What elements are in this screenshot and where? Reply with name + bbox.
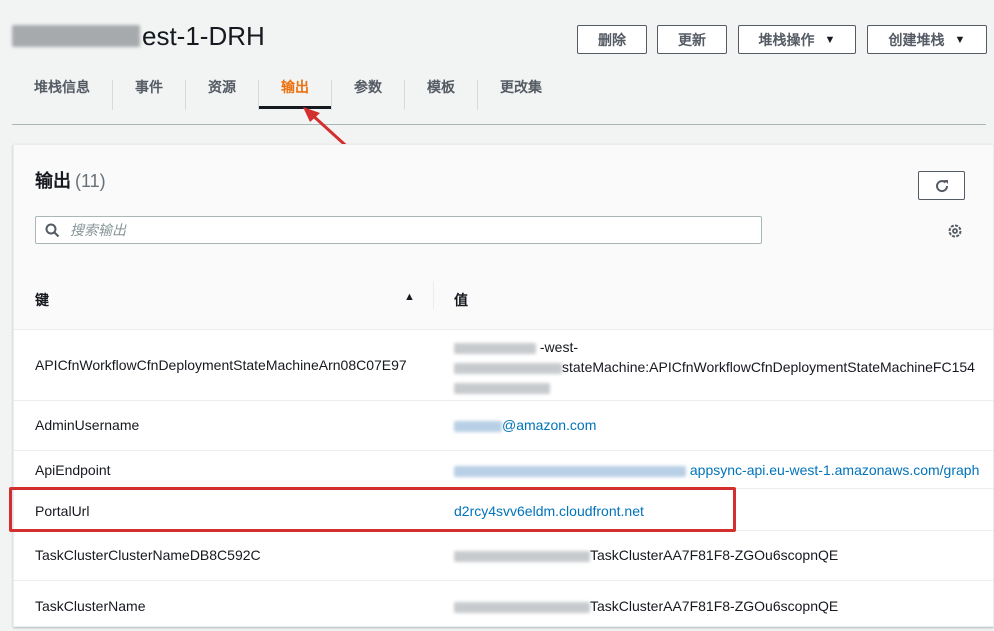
table-row: ApiEndpoint appsync-api.eu-west-1.amazon… xyxy=(14,451,993,489)
column-header-value[interactable]: 值 xyxy=(454,290,468,310)
stack-actions-button[interactable]: 堆栈操作 ▼ xyxy=(738,25,856,54)
tab-label: 更改集 xyxy=(500,78,542,95)
redacted-text xyxy=(454,601,590,613)
tab-events[interactable]: 事件 xyxy=(113,64,185,109)
redacted-text xyxy=(454,550,590,562)
output-key: APICfnWorkflowCfnDeploymentStateMachineA… xyxy=(35,357,407,373)
output-value: -west- stateMachine:APICfnWorkflowCfnDep… xyxy=(454,337,975,397)
redacted-text xyxy=(454,342,536,354)
output-value: TaskClusterAA7F81F8-ZGOu6scopnQE xyxy=(454,596,838,616)
update-button-label: 更新 xyxy=(678,31,706,48)
redacted-text xyxy=(454,420,502,432)
gear-icon[interactable] xyxy=(946,222,964,240)
sort-ascending-icon[interactable]: ▲ xyxy=(404,291,415,303)
stack-title-suffix: est-1-DRH xyxy=(142,20,265,51)
redacted-text xyxy=(454,362,562,374)
output-key: ApiEndpoint xyxy=(35,462,111,478)
output-value-link[interactable]: appsync-api.eu-west-1.amazonaws.com/grap… xyxy=(454,460,979,480)
tab-change-sets[interactable]: 更改集 xyxy=(478,64,564,109)
create-stack-button[interactable]: 创建堆栈 ▼ xyxy=(867,25,987,54)
output-key: TaskClusterName xyxy=(35,598,146,614)
refresh-icon xyxy=(935,179,948,192)
tab-outputs[interactable]: 输出 xyxy=(259,64,331,109)
tab-stack-info[interactable]: 堆栈信息 xyxy=(12,64,112,109)
table-row: TaskClusterName TaskClusterAA7F81F8-ZGOu… xyxy=(14,581,993,631)
output-value-text: TaskClusterAA7F81F8-ZGOu6scopnQE xyxy=(590,547,839,563)
table-row: AdminUsername @amazon.com xyxy=(14,401,993,451)
output-value-text: appsync-api.eu-west-1.amazonaws.com/grap… xyxy=(689,462,980,478)
panel-title: 输出 (11) xyxy=(35,167,106,193)
column-divider xyxy=(433,281,434,309)
panel-header: 输出 (11) xyxy=(14,145,993,262)
delete-button-label: 删除 xyxy=(598,31,626,48)
search-input[interactable] xyxy=(68,221,712,239)
output-key: AdminUsername xyxy=(35,417,140,433)
table-row: TaskClusterClusterNameDB8C592C TaskClust… xyxy=(14,531,993,581)
redacted-text xyxy=(454,465,686,477)
output-value-line: stateMachine:APICfnWorkflowCfnDeployment… xyxy=(562,359,975,375)
update-button[interactable]: 更新 xyxy=(657,25,727,54)
output-value-link[interactable]: @amazon.com xyxy=(454,415,596,435)
create-stack-label: 创建堆栈 xyxy=(888,31,945,48)
table-row: APICfnWorkflowCfnDeploymentStateMachineA… xyxy=(14,329,993,401)
output-value-line: -west- xyxy=(539,339,579,355)
stack-title: est-1-DRH xyxy=(12,18,265,54)
tab-resources[interactable]: 资源 xyxy=(186,64,258,109)
panel-title-text: 输出 xyxy=(35,171,71,191)
redacted-text xyxy=(12,25,140,47)
column-header-key[interactable]: 键 xyxy=(35,290,49,310)
tab-label: 参数 xyxy=(354,78,382,95)
redacted-text xyxy=(454,382,550,394)
stack-actions-label: 堆栈操作 xyxy=(758,31,815,48)
output-value: TaskClusterAA7F81F8-ZGOu6scopnQE xyxy=(454,545,838,565)
outputs-panel: 输出(11) 键 ▲ 值 xyxy=(13,144,994,627)
search-box[interactable] xyxy=(35,216,762,244)
refresh-button[interactable] xyxy=(918,171,965,200)
search-icon xyxy=(45,223,60,238)
tab-label: 堆栈信息 xyxy=(34,78,90,95)
tab-bar: 堆栈信息 事件 资源 输出 参数 模板 更改集 xyxy=(12,78,986,125)
output-value-text: TaskClusterAA7F81F8-ZGOu6scopnQE xyxy=(590,598,839,614)
tab-label: 输出 xyxy=(281,78,309,95)
output-value-text: @amazon.com xyxy=(502,417,597,433)
output-count: (11) xyxy=(75,171,106,191)
tab-label: 事件 xyxy=(135,78,163,95)
tab-label: 资源 xyxy=(208,78,236,95)
tab-parameters[interactable]: 参数 xyxy=(332,64,404,109)
output-key: TaskClusterClusterNameDB8C592C xyxy=(35,547,261,563)
tab-template[interactable]: 模板 xyxy=(405,64,477,109)
tab-label: 模板 xyxy=(427,78,455,95)
annotation-highlight-box xyxy=(9,487,736,532)
delete-button[interactable]: 删除 xyxy=(577,25,647,54)
caret-down-icon: ▼ xyxy=(824,33,836,46)
table-header: 键 ▲ 值 xyxy=(14,261,993,330)
caret-down-icon: ▼ xyxy=(954,33,966,46)
